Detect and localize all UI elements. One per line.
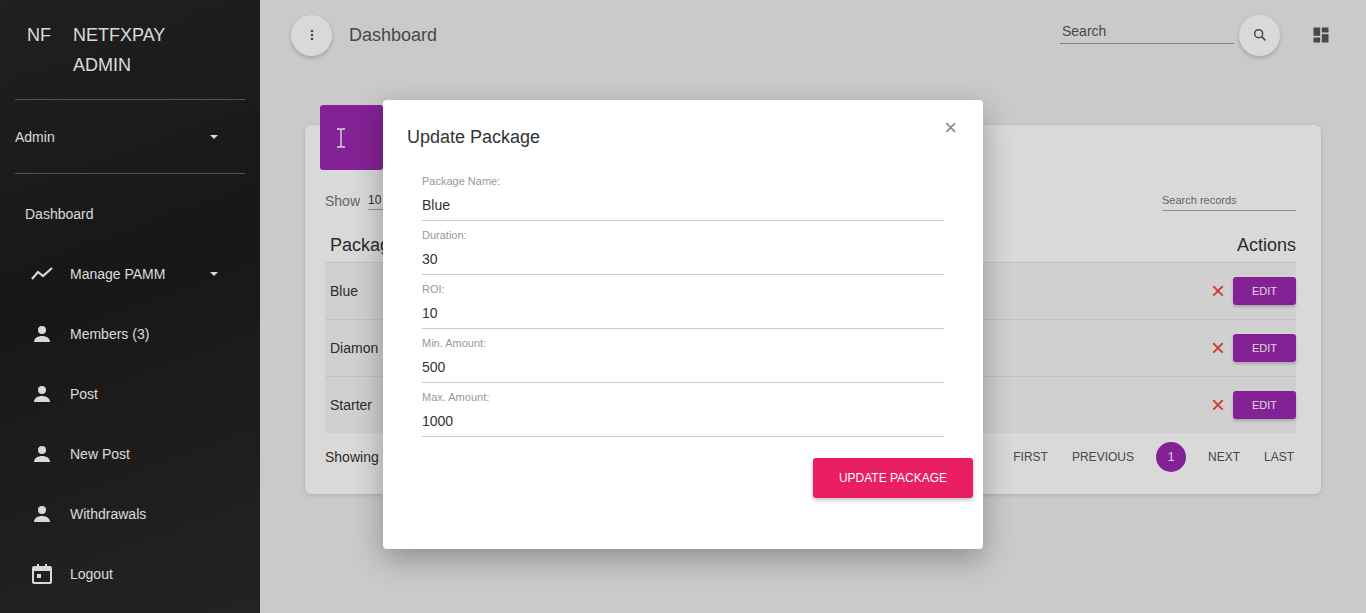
update-package-button[interactable]: UPDATE PACKAGE <box>813 458 973 498</box>
form-field: Package Name: <box>422 167 944 221</box>
field-label: Min. Amount: <box>422 336 944 350</box>
field-label: Duration: <box>422 228 944 242</box>
modal-title: Update Package <box>407 125 973 149</box>
admin-page: NFNETFXPAY ADMINAdminDashboardManage PAM… <box>0 0 1366 613</box>
field-label: Package Name: <box>422 174 944 188</box>
field-input[interactable] <box>422 350 944 382</box>
close-button[interactable]: × <box>944 116 957 140</box>
field-input[interactable] <box>422 188 944 220</box>
form: Package Name: Duration: ROI: Min. Amount: Ma… <box>422 167 944 437</box>
modal-actions: UPDATE PACKAGE <box>407 458 973 498</box>
field-label: ROI: <box>422 282 944 296</box>
form-field: Min. Amount: <box>422 329 944 383</box>
form-field: ROI: <box>422 275 944 329</box>
form-field: Max. Amount: <box>422 383 944 437</box>
update-package-modal: Update Package× Package Name: Duration: ROI… <box>383 100 983 549</box>
field-input[interactable] <box>422 242 944 274</box>
field-input[interactable] <box>422 296 944 328</box>
field-label: Max. Amount: <box>422 390 944 404</box>
field-input[interactable] <box>422 404 944 436</box>
form-field: Duration: <box>422 221 944 275</box>
